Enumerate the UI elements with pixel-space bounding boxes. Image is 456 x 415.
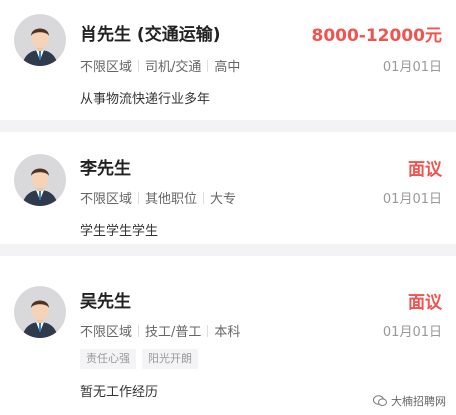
tag: 阳光开朗 — [142, 349, 198, 369]
salary: 8000-12000元 — [311, 26, 442, 46]
avatar — [14, 154, 66, 206]
candidate-meta: 不限区域 司机/交通 高中 — [80, 56, 240, 75]
candidate-meta: 不限区域 技工/普工 本科 — [80, 321, 240, 340]
post-date: 01月01日 — [382, 192, 442, 207]
divider — [138, 192, 140, 204]
meta-area: 不限区域 — [80, 60, 133, 75]
post-date: 01月01日 — [382, 325, 442, 340]
candidate-card[interactable]: 李先生 面议 不限区域 其他职位 大专 01月01日 学生学生学生 — [0, 132, 456, 244]
divider — [207, 60, 209, 72]
watermark-text: 大楠招聘网 — [391, 395, 446, 408]
avatar — [14, 286, 66, 338]
divider — [203, 192, 205, 204]
meta-job: 其他职位 — [145, 192, 198, 207]
meta-education: 大专 — [210, 192, 237, 207]
candidate-position: (交通运输) — [136, 25, 221, 45]
post-date: 01月01日 — [382, 60, 442, 75]
divider — [207, 325, 209, 337]
meta-job: 技工/普工 — [145, 325, 202, 340]
avatar-icon — [22, 28, 58, 66]
divider — [138, 60, 140, 72]
candidate-description: 暂无工作经历 — [80, 385, 159, 400]
candidate-meta: 不限区域 其他职位 大专 — [80, 188, 236, 207]
meta-job: 司机/交通 — [145, 60, 202, 75]
salary: 面议 — [408, 293, 442, 313]
meta-education: 本科 — [214, 325, 241, 340]
meta-area: 不限区域 — [80, 192, 133, 207]
meta-area: 不限区域 — [80, 325, 133, 340]
divider — [138, 325, 140, 337]
candidate-name[interactable]: 吴先生 — [80, 287, 131, 312]
avatar-icon — [22, 168, 58, 206]
tag-list: 责任心强 阳光开朗 — [80, 349, 198, 369]
candidate-name[interactable]: 肖先生 (交通运输) — [80, 20, 220, 45]
salary: 面议 — [408, 160, 442, 180]
avatar-icon — [22, 300, 58, 338]
avatar — [14, 14, 66, 66]
candidate-name[interactable]: 李先生 — [80, 154, 131, 179]
meta-education: 高中 — [214, 60, 241, 75]
tag: 责任心强 — [80, 349, 136, 369]
candidate-description: 从事物流快递行业多年 — [80, 92, 211, 107]
candidate-description: 学生学生学生 — [80, 224, 159, 239]
watermark: 大楠招聘网 — [373, 393, 446, 409]
candidate-card[interactable]: 吴先生 面议 不限区域 技工/普工 本科 01月01日 责任心强 阳光开朗 暂无工作… — [0, 256, 456, 415]
wechat-icon — [373, 395, 387, 406]
candidate-card[interactable]: 肖先生 (交通运输) 8000-12000元 不限区域 司机/交通 高中 01月01… — [0, 0, 456, 120]
